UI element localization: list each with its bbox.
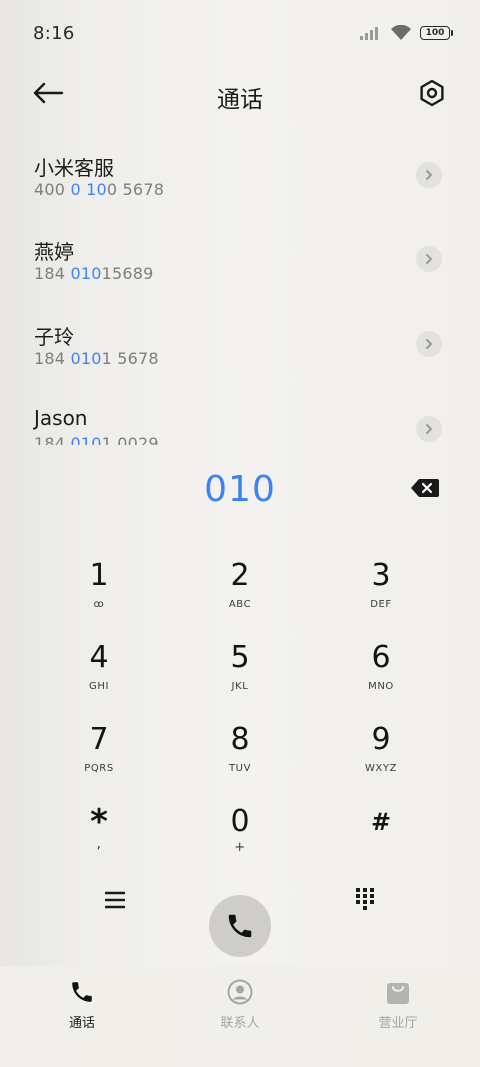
contact-number: 184 01015689 [34, 264, 154, 283]
key-digit: 3 [371, 558, 391, 593]
chevron-right-icon [426, 170, 432, 180]
tab-contacts[interactable]: 联系人 [190, 978, 290, 1031]
menu-button[interactable] [100, 885, 130, 915]
details-button[interactable] [416, 331, 442, 357]
key-2[interactable]: 2 ABC [180, 558, 300, 628]
chevron-right-icon [426, 339, 432, 349]
settings-button[interactable] [416, 77, 448, 109]
key-digit: 8 [230, 722, 250, 757]
tab-label: 通话 [68, 1016, 95, 1031]
list-item[interactable]: 小米客服 400 0 100 5678 [0, 140, 480, 210]
backspace-icon [411, 479, 439, 497]
key-digit: 7 [89, 722, 109, 757]
search-results-list: 小米客服 400 0 100 5678 燕婷 184 01015689 子玲 1… [0, 140, 480, 445]
tab-calls[interactable]: 通话 [32, 978, 132, 1031]
key-8[interactable]: 8 TUV [180, 722, 300, 792]
key-star[interactable]: * , [39, 804, 159, 874]
chevron-right-icon [426, 254, 432, 264]
settings-hex-icon [420, 79, 444, 107]
status-time: 8:16 [33, 23, 75, 44]
tab-label: 联系人 [220, 1016, 260, 1031]
key-letters: WXYZ [364, 763, 398, 774]
key-4[interactable]: 4 GHI [39, 640, 159, 710]
wifi-icon [391, 25, 411, 40]
dialed-number: 010 [204, 469, 276, 510]
contact-name: 小米客服 [34, 156, 114, 180]
contact-name: 燕婷 [34, 240, 74, 264]
phone-icon [228, 914, 252, 938]
key-letters: GHI [88, 681, 110, 692]
key-3[interactable]: 3 DEF [321, 558, 441, 628]
key-0[interactable]: 0 + [180, 804, 300, 874]
key-digit: 2 [230, 558, 250, 593]
status-icons: 100 [360, 25, 453, 41]
backspace-button[interactable] [410, 477, 440, 501]
bottom-nav: 通话 联系人 营业厅 [0, 966, 480, 1067]
key-letters: DEF [370, 599, 392, 610]
keypad-toggle-button[interactable] [350, 884, 380, 914]
details-button[interactable] [416, 246, 442, 272]
key-9[interactable]: 9 WXYZ [321, 722, 441, 792]
key-digit: 6 [371, 640, 391, 675]
chevron-right-icon [426, 424, 432, 434]
list-item[interactable]: 燕婷 184 01015689 [0, 224, 480, 294]
tab-service-hall[interactable]: 营业厅 [348, 978, 448, 1031]
status-bar: 8:16 100 [0, 0, 480, 68]
page-title: 通话 [217, 87, 263, 113]
key-letters: ABC [228, 599, 252, 610]
phone-icon [68, 978, 96, 1006]
list-item[interactable]: Jason 184 0101 0029 [0, 394, 480, 445]
key-letters: TUV [228, 763, 252, 774]
shopping-bag-icon [384, 978, 412, 1006]
contact-number: 184 0101 0029 [34, 434, 159, 445]
key-digit: 1 [89, 558, 109, 593]
battery-icon: 100 [420, 26, 453, 40]
contact-number: 400 0 100 5678 [34, 180, 165, 199]
dial-display: 010 [0, 465, 480, 517]
list-item[interactable]: 子玲 184 0101 5678 [0, 309, 480, 379]
key-letters: PQRS [84, 763, 114, 774]
header: 通话 [0, 68, 480, 122]
key-digit: 5 [230, 640, 250, 675]
contact-name: Jason [34, 406, 88, 430]
contact-number: 184 0101 5678 [34, 349, 159, 368]
call-button[interactable] [209, 895, 271, 957]
dialpad-icon [356, 888, 374, 910]
key-digit: 0 [230, 804, 250, 839]
key-1[interactable]: 1 ꝏ [39, 558, 159, 628]
menu-icon [105, 891, 125, 909]
key-digit: # [370, 808, 392, 836]
key-digit: * [90, 802, 108, 842]
key-letters: JKL [231, 681, 249, 692]
key-5[interactable]: 5 JKL [180, 640, 300, 710]
key-digit: 9 [371, 722, 391, 757]
key-6[interactable]: 6 MNO [321, 640, 441, 710]
key-7[interactable]: 7 PQRS [39, 722, 159, 792]
signal-icon [360, 27, 378, 40]
battery-level: 100 [425, 28, 445, 38]
details-button[interactable] [416, 162, 442, 188]
key-letters: MNO [368, 681, 394, 692]
details-button[interactable] [416, 416, 442, 442]
key-letters: , [96, 836, 102, 852]
voicemail-icon: ꝏ [93, 599, 105, 610]
key-hash[interactable]: # [321, 804, 441, 874]
dial-actions [0, 880, 480, 960]
key-letters: + [234, 840, 246, 855]
contact-name: 子玲 [34, 325, 74, 349]
key-digit: 4 [89, 640, 109, 675]
tab-label: 营业厅 [378, 1016, 418, 1031]
contacts-icon [226, 978, 254, 1006]
